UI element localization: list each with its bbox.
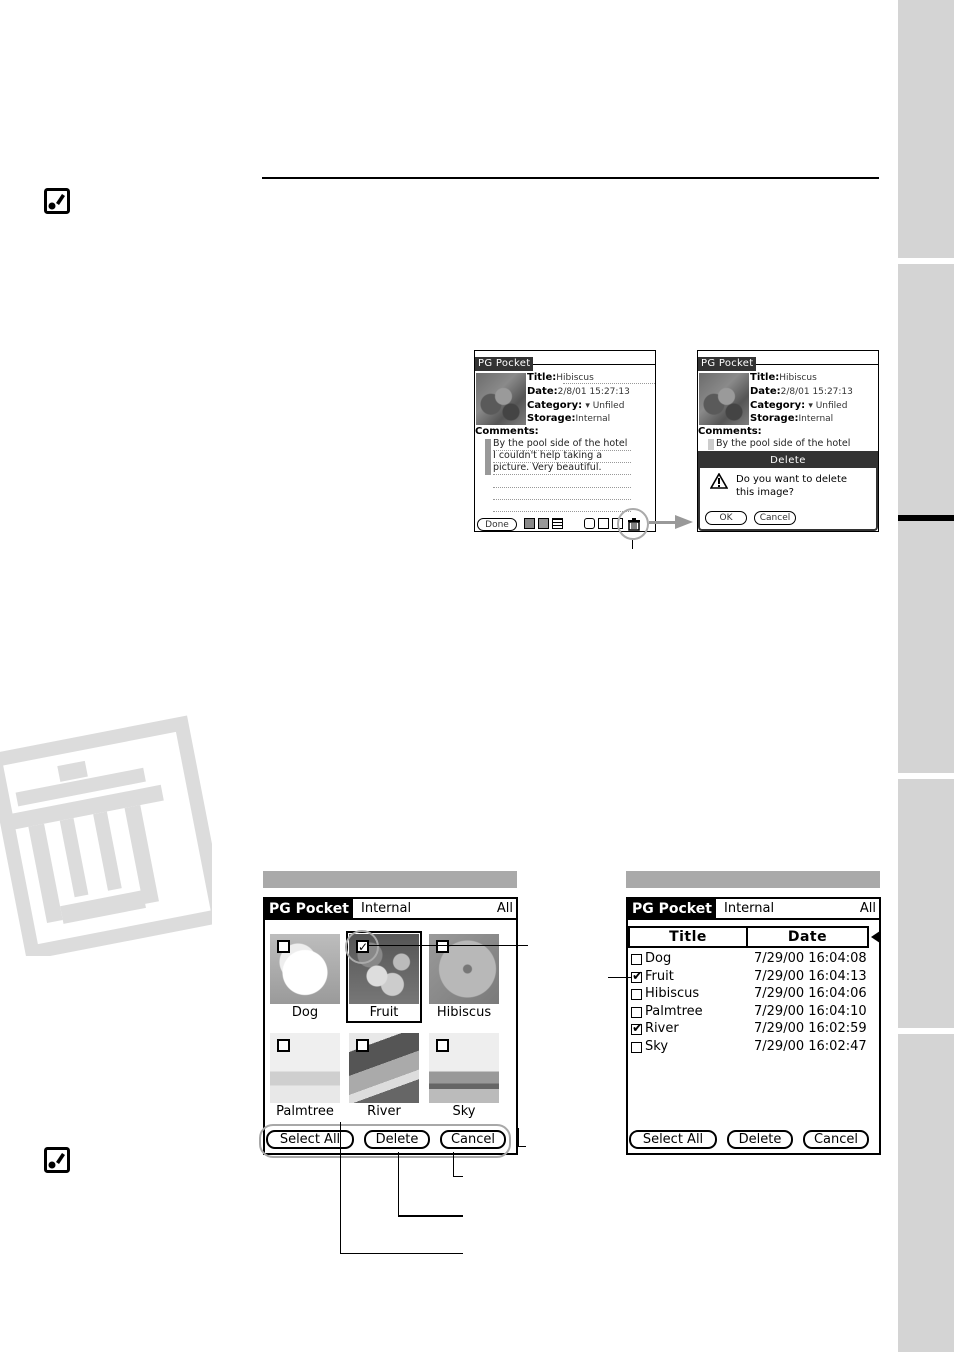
select-checkbox[interactable] [631,954,642,965]
storage-selector[interactable]: Internal [361,899,411,919]
select-checkbox[interactable] [356,1039,369,1052]
export-icon[interactable] [598,518,609,529]
app-title: PG Pocket [265,899,353,920]
beam-icon[interactable] [584,518,595,529]
highlight-circle [617,508,649,540]
note-icon [44,1147,70,1173]
item-title: Palmtree [645,1003,703,1019]
date-field[interactable]: Date:2/8/01 15:27:13 [527,385,630,399]
delete-dialog: Delete Do you want to delete this image?… [698,451,878,531]
select-all-button[interactable]: Select All [629,1130,717,1149]
scrollbar[interactable] [485,439,491,475]
select-checkbox[interactable] [436,940,449,953]
item-title: Sky [645,1038,669,1054]
view-toggle-1[interactable] [524,518,535,529]
thumbnail-screen: PG Pocket Internal All Dog ✓ Fruit Hibis… [263,897,518,1155]
note-icon [44,188,70,214]
select-checkbox[interactable] [277,1039,290,1052]
sort-arrow-icon[interactable] [871,931,879,943]
category-dropdown[interactable]: Category: ▾ Unfiled [527,399,624,413]
dialog-message: Do you want to delete this image? [736,474,848,498]
view-toggle-2[interactable] [538,518,549,529]
done-button[interactable]: Done [477,518,517,531]
warning-icon [710,473,728,489]
side-tab-2[interactable] [898,264,954,515]
side-tab-4[interactable] [898,779,954,1028]
select-checkbox[interactable] [631,1006,642,1018]
caption-bar [626,871,880,888]
side-tab-3[interactable] [898,521,954,773]
storage-field: Storage:Internal [527,413,611,424]
select-checkbox-checked[interactable]: ✔ [631,1022,643,1035]
select-checkbox[interactable] [631,1041,642,1053]
item-date: 7/29/00 16:04:13 [754,968,867,984]
dialog-title: Delete [700,453,876,468]
category-selector[interactable]: All [497,899,513,919]
column-header-date[interactable]: Date [746,926,869,948]
select-checkbox[interactable] [631,989,642,1000]
item-title: Dog [645,951,672,966]
list-item[interactable]: Sky 7/29/00 16:02:47 [628,1038,879,1056]
ok-button[interactable]: OK [705,511,747,525]
detail-screen: PG Pocket Title:Hibiscus Date:2/8/01 15:… [474,350,656,532]
select-checkbox[interactable] [436,1039,449,1052]
item-date: 7/29/00 16:04:06 [754,986,867,1001]
cancel-button[interactable]: Cancel [754,511,796,525]
category-selector[interactable]: All [860,899,876,919]
delete-dialog-screen: PG Pocket Title:Hibiscus Date:2/8/01 15:… [697,350,879,532]
comments-label: Comments: [475,426,539,437]
trash-icon [0,715,212,956]
list-item[interactable]: ✔ River 7/29/00 16:02:59 [628,1020,879,1038]
side-tab-5[interactable] [898,1034,954,1352]
item-title: Hibiscus [645,986,700,1001]
app-title: PG Pocket [475,357,534,371]
delete-button[interactable]: Delete [727,1130,793,1149]
storage-selector[interactable]: Internal [724,899,774,919]
item-date: 7/29/00 16:04:08 [754,951,867,966]
app-title: PG Pocket [628,899,716,920]
section-rule [262,177,879,179]
item-date: 7/29/00 16:04:10 [754,1003,867,1019]
caption-bar [263,871,517,888]
side-tab-1[interactable] [898,0,954,258]
arrow [649,521,677,524]
column-header-title[interactable]: Title [628,926,748,948]
select-checkbox[interactable] [277,940,290,953]
hibiscus-thumbnail [476,373,526,425]
item-date: 7/29/00 16:02:59 [754,1021,867,1036]
list-item[interactable]: Palmtree 7/29/00 16:04:10 [628,1003,879,1021]
item-title: River [645,1021,679,1036]
item-date: 7/29/00 16:02:47 [754,1038,867,1054]
select-checkbox-checked[interactable]: ✔ [631,970,643,983]
item-title: Fruit [645,968,674,984]
list-item[interactable]: ✔ Fruit 7/29/00 16:04:13 [628,968,879,986]
arrow-head [675,515,693,529]
list-item[interactable]: Hibiscus 7/29/00 16:04:06 [628,985,879,1003]
app-title: PG Pocket [698,357,757,371]
checkbox-highlight [345,930,379,964]
view-toggle-3[interactable] [552,518,563,529]
hibiscus-thumbnail [699,373,749,425]
list-item[interactable]: Dog 7/29/00 16:04:08 [628,950,879,968]
list-screen: PG Pocket Internal All Title Date Dog 7/2… [626,897,881,1155]
buttons-highlight [259,1124,511,1158]
cancel-button[interactable]: Cancel [803,1130,869,1149]
